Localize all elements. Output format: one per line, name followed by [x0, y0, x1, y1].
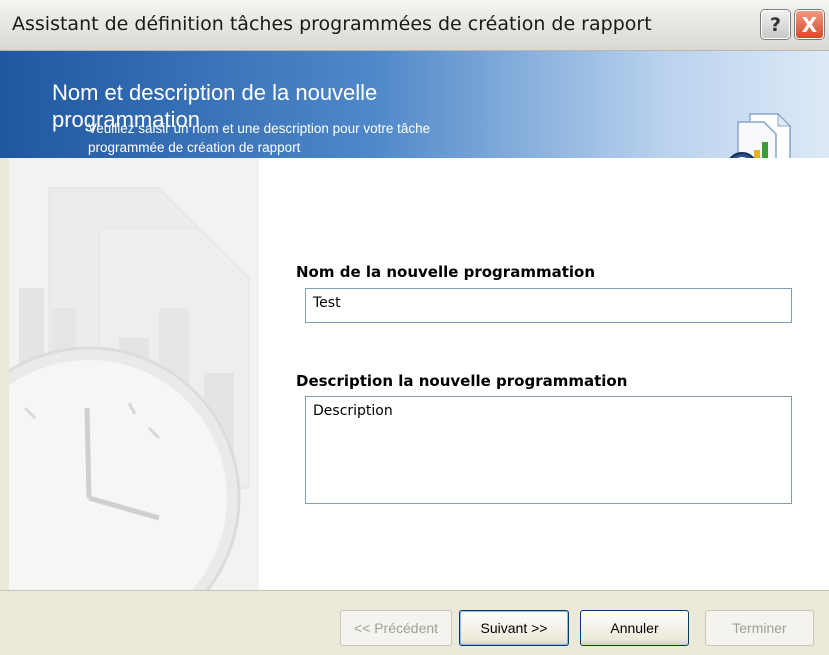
- window-title: Assistant de définition tâches programmé…: [12, 13, 652, 35]
- description-textarea[interactable]: Description: [305, 396, 792, 504]
- previous-button[interactable]: << Précédent: [340, 610, 452, 646]
- close-icon: X: [801, 12, 818, 37]
- name-input[interactable]: Test: [305, 288, 792, 323]
- wizard-subtitle-line1: Veuillez saisir un nom et une descriptio…: [88, 121, 431, 136]
- finish-button[interactable]: Terminer: [705, 610, 814, 646]
- wizard-window: Assistant de définition tâches programmé…: [0, 0, 829, 655]
- close-button[interactable]: X: [795, 10, 824, 39]
- next-button[interactable]: Suivant >>: [459, 610, 569, 646]
- wizard-content: Nom de la nouvelle programmation Test De…: [9, 158, 829, 590]
- description-field-label: Description la nouvelle programmation: [296, 372, 628, 390]
- clock-report-illustration: [9, 158, 259, 590]
- wizard-footer: << Précédent Suivant >> Annuler Terminer: [0, 590, 829, 655]
- help-button[interactable]: ?: [761, 10, 790, 39]
- wizard-subtitle-line2: programmée de création de rapport: [88, 140, 301, 155]
- wizard-subtitle: Veuillez saisir un nom et une descriptio…: [88, 119, 548, 157]
- cancel-button[interactable]: Annuler: [580, 610, 689, 646]
- wizard-header-banner: Nom et description de la nouvelle progra…: [0, 51, 829, 185]
- name-field-label: Nom de la nouvelle programmation: [296, 263, 595, 281]
- title-bar[interactable]: Assistant de définition tâches programmé…: [0, 0, 829, 51]
- wizard-heading: Nom et description de la nouvelle: [52, 80, 378, 105]
- question-mark-icon: ?: [769, 13, 782, 36]
